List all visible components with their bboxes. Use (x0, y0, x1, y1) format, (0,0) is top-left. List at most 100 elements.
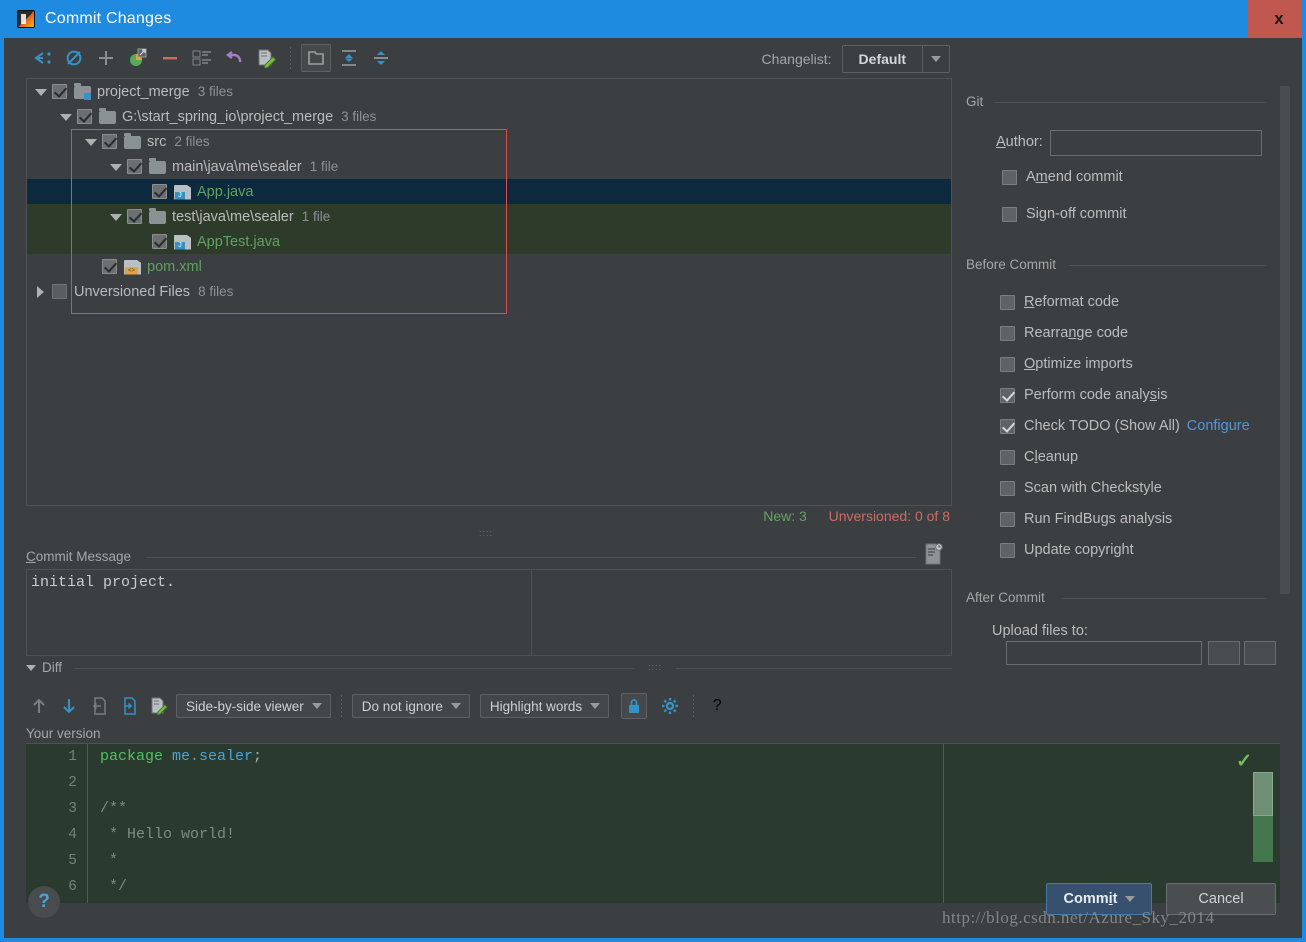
diff-section-toggle[interactable]: Diff (26, 660, 62, 675)
edit-source-icon[interactable] (146, 693, 172, 719)
chevron-down-icon[interactable] (923, 46, 949, 72)
changelist-select[interactable]: Default (841, 45, 950, 73)
chevron-down-icon[interactable] (110, 211, 122, 223)
previous-difference-icon[interactable] (26, 693, 52, 719)
edit-source-icon[interactable] (252, 45, 280, 71)
checkbox[interactable] (1000, 294, 1015, 310)
row-checkbox[interactable] (152, 234, 167, 249)
chevron-down-icon[interactable] (85, 136, 97, 148)
tree-row[interactable]: project_merge 3 files (27, 79, 951, 104)
show-diff-icon[interactable] (28, 45, 56, 71)
tree-row[interactable]: AppTest.java (27, 229, 951, 254)
chevron-down-icon[interactable] (60, 111, 72, 123)
configure-link[interactable]: Configure (1187, 418, 1250, 434)
checkbox[interactable] (1000, 387, 1015, 403)
checkbox[interactable] (1000, 511, 1015, 527)
row-checkbox[interactable] (52, 84, 67, 99)
before-commit-option-1[interactable]: Rearrange code (1000, 325, 1128, 341)
move-to-changelist-icon[interactable] (124, 45, 152, 71)
row-checkbox[interactable] (102, 259, 117, 274)
read-only-lock-icon[interactable] (621, 693, 648, 719)
dialog-footer: ? Commit Cancel (4, 873, 1302, 938)
revert-change-icon[interactable] (86, 693, 112, 719)
git-option-1[interactable]: Sign-off commit (1002, 206, 1127, 222)
revert-refresh-icon[interactable] (60, 45, 88, 71)
author-field[interactable] (1050, 130, 1262, 156)
code-line: package me.sealer; (100, 748, 263, 765)
before-commit-option-6[interactable]: Scan with Checkstyle (1000, 480, 1162, 496)
changes-tree[interactable]: project_merge 3 files G:\start_spring_io\p… (26, 78, 952, 506)
checkbox-label: Scan with Checkstyle (1024, 480, 1162, 496)
add-icon[interactable] (92, 45, 120, 71)
checkbox[interactable] (1000, 542, 1015, 558)
chevron-down-icon[interactable] (110, 161, 122, 173)
tree-row-count: 2 files (174, 134, 210, 149)
before-commit-option-5[interactable]: Cleanup (1000, 449, 1078, 465)
tree-row[interactable]: Unversioned Files 8 files (27, 279, 951, 304)
checkbox[interactable] (1000, 325, 1015, 341)
after-commit-section-rule (1062, 598, 1266, 599)
before-commit-option-4[interactable]: Check TODO (Show All) Configure (1000, 418, 1250, 434)
rollback-icon[interactable] (220, 45, 248, 71)
before-commit-option-0[interactable]: Reformat code (1000, 294, 1119, 310)
tree-row[interactable]: main\java\me\sealer 1 file (27, 154, 951, 179)
tree-row[interactable]: G:\start_spring_io\project_merge 3 files (27, 104, 951, 129)
chevron-down-icon (590, 703, 601, 709)
help-button[interactable]: ? (28, 886, 60, 918)
commit-message-label: Commit Message (26, 549, 132, 564)
right-margin-guide (531, 570, 532, 655)
row-checkbox[interactable] (77, 109, 92, 124)
checkbox-label: Amend commit (1026, 169, 1123, 185)
diff-section-label: Diff (42, 660, 63, 675)
diff-highlight-select[interactable]: Highlight words (479, 694, 610, 718)
upload-target-field[interactable] (1006, 641, 1202, 665)
row-checkbox[interactable] (127, 159, 142, 174)
collapse-all-icon[interactable] (367, 45, 395, 71)
git-option-0[interactable]: Amend commit (1002, 169, 1123, 185)
splitter-handle-top[interactable]: :::: (479, 528, 493, 538)
tree-row[interactable]: src 2 files (27, 129, 951, 154)
commit-message-input[interactable]: initial project. (26, 569, 952, 656)
checkbox[interactable] (1000, 480, 1015, 496)
before-commit-option-7[interactable]: Run FindBugs analysis (1000, 511, 1172, 527)
row-checkbox[interactable] (102, 134, 117, 149)
chevron-right-icon[interactable] (35, 285, 47, 298)
checkbox[interactable] (1000, 449, 1015, 465)
apply-change-icon[interactable] (116, 693, 142, 719)
diff-ignore-select[interactable]: Do not ignore (351, 694, 470, 718)
before-commit-option-3[interactable]: Perform code analysis (1000, 387, 1167, 403)
before-commit-option-8[interactable]: Update copyright (1000, 542, 1134, 558)
git-section-rule (994, 102, 1266, 103)
tree-row-count: 3 files (341, 109, 377, 124)
splitter-handle-diff[interactable]: :::: (648, 662, 662, 672)
close-icon[interactable]: x (1248, 0, 1302, 38)
checkbox[interactable] (1000, 356, 1015, 372)
title-bar: Commit Changes x (4, 0, 1302, 38)
row-checkbox[interactable] (152, 184, 167, 199)
diff-viewer-select[interactable]: Side-by-side viewer (176, 694, 331, 718)
chevron-down-icon (311, 703, 322, 709)
question-mark-icon[interactable]: ? (704, 693, 730, 719)
gear-icon[interactable] (657, 693, 683, 719)
before-commit-option-2[interactable]: Optimize imports (1000, 356, 1133, 372)
chevron-down-icon[interactable] (35, 86, 47, 98)
row-checkbox[interactable] (127, 209, 142, 224)
checkbox[interactable] (1002, 206, 1017, 222)
tree-row[interactable]: pom.xml (27, 254, 951, 279)
upload-browse-button[interactable] (1208, 641, 1240, 665)
group-by-icon[interactable] (188, 45, 216, 71)
group-by-directory-icon[interactable] (301, 44, 331, 72)
expand-all-icon[interactable] (335, 45, 363, 71)
delete-icon[interactable] (156, 45, 184, 71)
row-checkbox[interactable] (52, 284, 67, 299)
checkbox[interactable] (1002, 169, 1017, 185)
tree-row[interactable]: test\java\me\sealer 1 file (27, 204, 951, 229)
checkbox[interactable] (1000, 418, 1015, 434)
next-difference-icon[interactable] (56, 693, 82, 719)
tree-row[interactable]: App.java (27, 179, 951, 204)
tree-row-label: pom.xml (147, 258, 202, 275)
commit-message-history-icon[interactable] (924, 543, 944, 565)
upload-config-button[interactable] (1244, 641, 1276, 665)
diff-scrollbar-thumb[interactable] (1253, 772, 1273, 816)
options-scrollbar[interactable] (1280, 86, 1290, 594)
